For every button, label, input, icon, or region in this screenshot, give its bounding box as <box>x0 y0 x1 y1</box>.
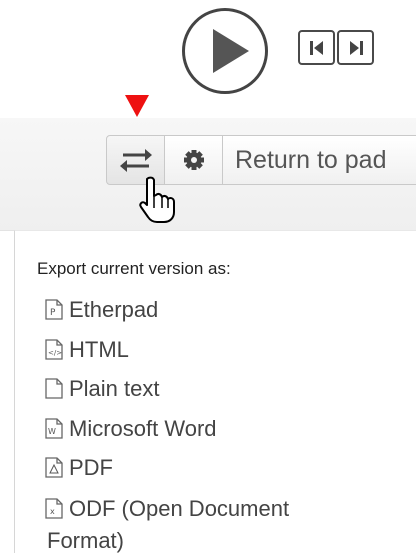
return-to-pad-label: Return to pad <box>235 146 387 174</box>
step-forward-button[interactable] <box>337 30 374 65</box>
export-odf-label-line2[interactable]: Format) <box>47 528 124 554</box>
export-menu: Export current version as: P Etherpad </… <box>14 230 416 553</box>
export-etherpad-link[interactable]: P Etherpad <box>45 297 158 323</box>
svg-text:W: W <box>48 427 56 436</box>
export-odf-label: ODF (Open Document <box>69 496 290 521</box>
play-button[interactable] <box>182 8 268 94</box>
return-to-pad-button[interactable]: Return to pad <box>222 135 416 185</box>
export-word-label: Microsoft Word <box>69 416 217 441</box>
step-forward-icon <box>349 40 363 55</box>
step-controls <box>298 30 374 65</box>
step-backward-button[interactable] <box>298 30 335 65</box>
export-html-label: HTML <box>69 337 129 362</box>
export-plain-text-label: Plain text <box>69 376 160 401</box>
svg-text:x: x <box>50 507 55 516</box>
odf-file-icon: x <box>45 498 63 519</box>
svg-text:</>: </> <box>48 349 62 357</box>
export-word-link[interactable]: W Microsoft Word <box>45 416 217 442</box>
svg-text:P: P <box>50 308 56 318</box>
export-plain-text-link[interactable]: Plain text <box>45 376 160 402</box>
hand-pointer-icon <box>139 176 175 223</box>
export-heading: Export current version as: <box>37 259 231 278</box>
word-file-icon: W <box>45 418 63 439</box>
play-icon <box>213 29 249 73</box>
export-pdf-label: PDF <box>69 455 113 480</box>
export-etherpad-label: Etherpad <box>69 297 159 322</box>
red-triangle-down-icon <box>125 95 149 117</box>
export-odf-link[interactable]: x ODF (Open Document <box>45 496 289 522</box>
etherpad-file-icon: P <box>45 299 63 320</box>
step-backward-icon <box>309 40 323 55</box>
export-html-link[interactable]: </> HTML <box>45 337 129 363</box>
export-pdf-link[interactable]: PDF <box>45 455 113 481</box>
text-file-icon <box>45 378 63 399</box>
pdf-file-icon <box>45 457 63 478</box>
html-file-icon: </> <box>45 339 63 360</box>
